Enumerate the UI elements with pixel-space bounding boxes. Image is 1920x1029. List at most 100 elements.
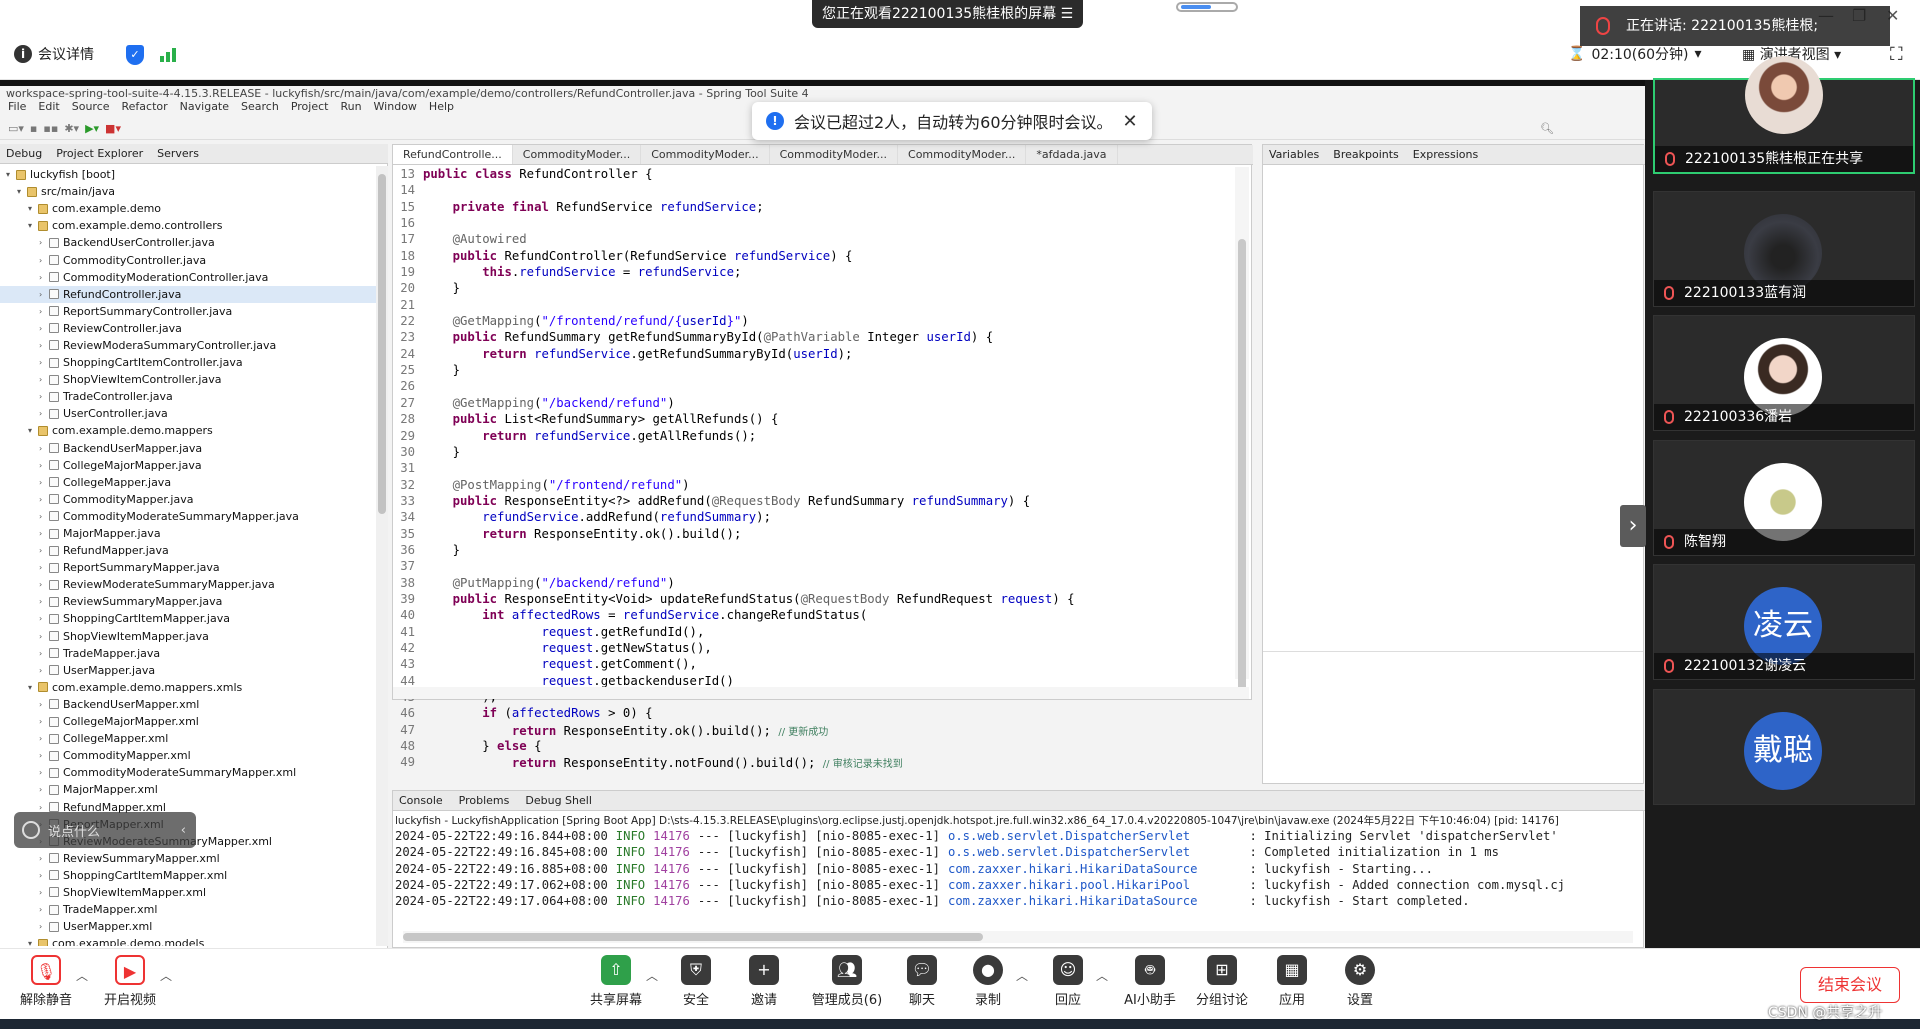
chevron-icon[interactable]: › [39,546,49,555]
tree-item[interactable]: › ShopViewItemMapper.java [0,628,376,645]
tree-item[interactable]: › CollegeMapper.xml [0,730,376,747]
tree-item[interactable]: › BackendUserMapper.xml [0,696,376,713]
chevron-icon[interactable]: › [39,649,49,658]
tree-item[interactable]: › CommodityController.java [0,251,376,268]
tree-item[interactable]: › CollegeMajorMapper.java [0,457,376,474]
chevron-icon[interactable]: › [39,614,49,623]
tree-folder[interactable]: ▾ luckyfish [boot] [0,166,376,183]
chevron-left-icon[interactable]: ‹ [181,823,186,838]
menu-item-file[interactable]: File [8,100,26,118]
chevron-icon[interactable]: › [39,905,49,914]
tree-item[interactable]: › ReviewSummaryMapper.xml [0,850,376,867]
participant-tile[interactable]: 陈智翔 [1653,439,1915,556]
tab-project-explorer[interactable]: Project Explorer [56,147,143,160]
menu-item-window[interactable]: Window [374,100,417,118]
tab-expressions[interactable]: Expressions [1413,148,1478,161]
console-horizontal-scrollbar[interactable] [403,931,1633,943]
chevron-icon[interactable]: ▾ [28,204,38,213]
menu-item-edit[interactable]: Edit [38,100,59,118]
chevron-icon[interactable]: ▾ [28,683,38,692]
chevron-icon[interactable]: › [39,529,49,538]
chevron-icon[interactable]: › [39,871,49,880]
tree-item[interactable]: › CommodityMapper.java [0,491,376,508]
tab-breakpoints[interactable]: Breakpoints [1333,148,1399,161]
menu-item-source[interactable]: Source [72,100,110,118]
ai-assistant-button[interactable]: 🤖︎ AI小助手 [1110,955,1190,1008]
chevron-icon[interactable]: › [39,444,49,453]
tree-item[interactable]: › ShoppingCartItemController.java [0,354,376,371]
tree-item[interactable]: › CollegeMajorMapper.xml [0,713,376,730]
chevron-icon[interactable]: ▾ [6,170,16,179]
tree-item[interactable]: › UserMapper.xml [0,918,376,935]
tab-debug[interactable]: Debug [6,147,42,160]
tree-item[interactable]: › ReportSummaryController.java [0,303,376,320]
share-toolbar-handle[interactable] [1176,2,1238,12]
editor-tab[interactable]: CommodityModer... [513,145,642,164]
tree-item[interactable]: › ShoppingCartItemMapper.xml [0,867,376,884]
chevron-icon[interactable]: › [39,632,49,641]
tree-item[interactable]: › ReviewModerateSummaryMapper.java [0,576,376,593]
save-all-icon[interactable]: ▪▪ [43,122,58,135]
chevron-up-icon[interactable]: ︿ [1016,967,1028,984]
tree-folder[interactable]: ▾ com.example.demo.controllers [0,217,376,234]
save-icon[interactable]: ▪ [30,122,37,135]
editor-vertical-scrollbar[interactable] [1235,167,1249,699]
tree-folder[interactable]: ▾ com.example.demo.mappers.xmls [0,679,376,696]
chevron-icon[interactable]: › [39,256,49,265]
chevron-icon[interactable]: › [39,563,49,572]
console-output[interactable]: 2024-05-22T22:49:16.844+08:00 INFO 14176 --… [395,829,1625,910]
tree-item[interactable]: › CommodityMapper.xml [0,747,376,764]
chevron-icon[interactable]: › [39,666,49,675]
chevron-icon[interactable]: › [39,717,49,726]
close-icon[interactable]: ✕ [1123,111,1138,132]
run-icon[interactable]: ▶▾ [85,122,99,135]
code-area[interactable]: 13 public class RefundController {14 15 pr… [393,167,1233,770]
chevron-up-icon[interactable]: ︿ [160,967,172,984]
chevron-icon[interactable]: › [39,597,49,606]
shield-icon[interactable]: ✓ [126,45,144,65]
participant-tile[interactable]: 222100135熊桂根正在共享 [1653,56,1915,174]
screen-share-banner[interactable]: 您正在观看222100135熊桂根的屏幕 ☰ [812,0,1084,28]
chevron-icon[interactable]: › [39,375,49,384]
chevron-icon[interactable]: › [39,785,49,794]
chevron-icon[interactable]: › [39,358,49,367]
editor-tab[interactable]: *afdada.java [1026,145,1118,164]
search-icon[interactable]: 🔍︎ [1540,122,1554,135]
debug-icon[interactable]: ✱▾ [64,122,79,135]
tree-item[interactable]: › TradeMapper.xml [0,901,376,918]
chevron-icon[interactable]: › [39,803,49,812]
editor-tab[interactable]: RefundControlle... [393,145,513,164]
chevron-icon[interactable]: › [39,341,49,350]
tree-scrollbar[interactable] [376,166,388,946]
tree-folder[interactable]: ▾ src/main/java [0,183,376,200]
tree-item[interactable]: › UserMapper.java [0,662,376,679]
tree-item[interactable]: › CommodityModerateSummaryMapper.xml [0,764,376,781]
tab-servers[interactable]: Servers [157,147,199,160]
chevron-icon[interactable]: › [39,734,49,743]
chevron-icon[interactable]: › [39,768,49,777]
tree-item[interactable]: › MajorMapper.java [0,525,376,542]
tab-console[interactable]: Console [399,794,443,807]
chevron-icon[interactable]: › [39,238,49,247]
start-video-button[interactable]: ▶︎ 开启视频 [90,955,170,1008]
chevron-icon[interactable]: ▾ [28,939,38,946]
tree-item[interactable]: › UserController.java [0,405,376,422]
tree-item[interactable]: › ShopViewItemController.java [0,371,376,388]
participant-tile[interactable]: 凌云 222100132谢凌云 [1653,564,1915,680]
tree-folder[interactable]: ▾ com.example.demo [0,200,376,217]
breakout-button[interactable]: ⊞ 分组讨论 [1182,955,1262,1008]
tab-debug-shell[interactable]: Debug Shell [525,794,592,807]
collapse-participants-button[interactable]: › [1620,505,1646,547]
tree-item[interactable]: › ShopViewItemMapper.xml [0,884,376,901]
tree-item[interactable]: › BackendUserController.java [0,234,376,251]
chevron-icon[interactable]: › [39,751,49,760]
chevron-icon[interactable]: › [39,273,49,282]
unmute-button[interactable]: 🎙︎ 解除静音 [6,955,86,1008]
signal-icon[interactable] [160,46,178,62]
stop-icon[interactable]: ■▾ [105,122,121,135]
editor-horizontal-scrollbar[interactable] [393,687,1249,699]
chevron-icon[interactable]: › [39,307,49,316]
editor-tab[interactable]: CommodityModer... [641,145,770,164]
menu-item-refactor[interactable]: Refactor [122,100,168,118]
chevron-icon[interactable]: › [39,580,49,589]
